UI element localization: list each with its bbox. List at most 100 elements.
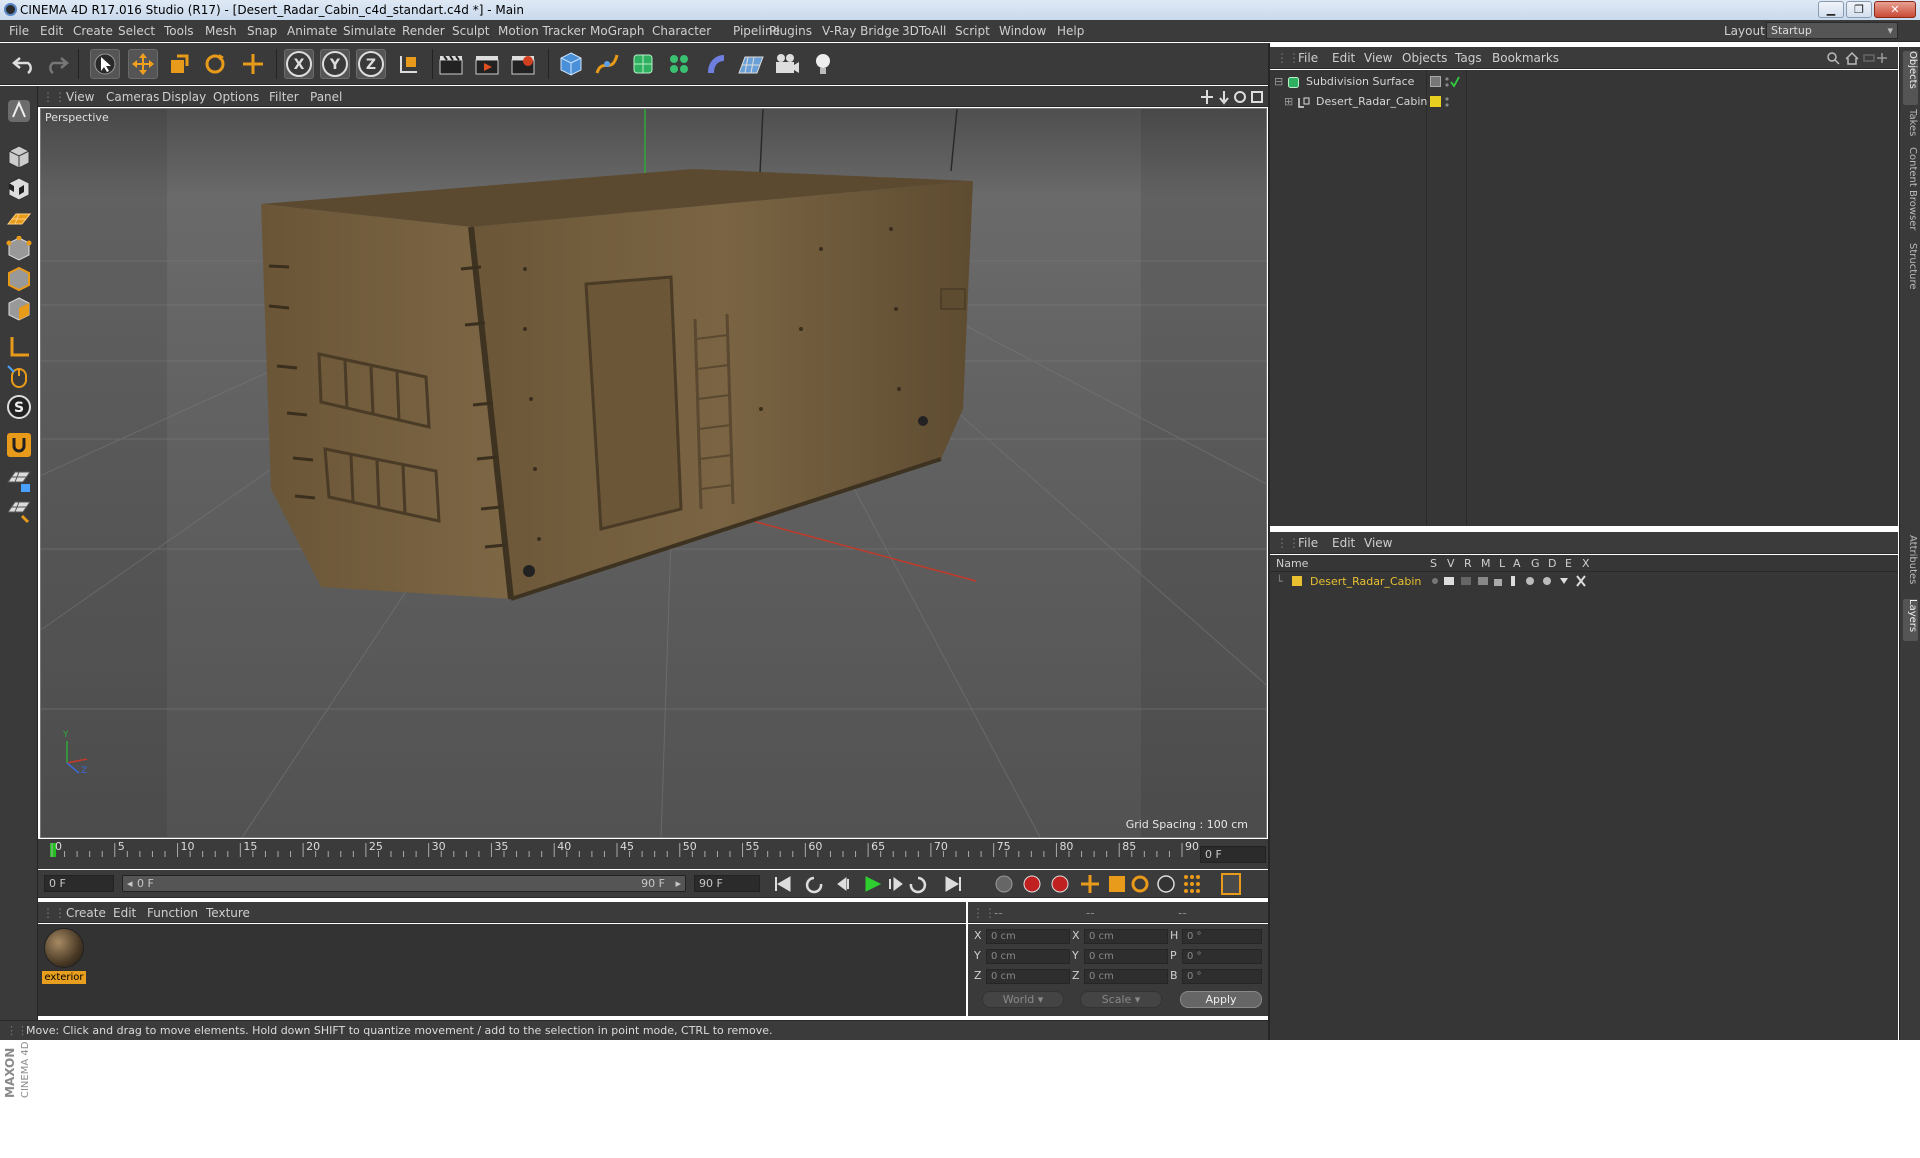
layer-toggle-icons[interactable] <box>1430 575 1590 588</box>
start-frame-field[interactable]: 0 F <box>44 875 114 892</box>
tab-objects[interactable]: Objects <box>1903 51 1918 105</box>
coord-size-y-field[interactable]: 0 cm <box>1084 949 1168 964</box>
object-layer-flags[interactable] <box>1430 96 1454 108</box>
material-menu-edit[interactable]: Edit <box>113 906 136 920</box>
current-frame-field[interactable]: 0 F <box>1200 846 1266 863</box>
locked-workplane-button[interactable] <box>4 466 34 496</box>
menu-mograph[interactable]: MoGraph <box>590 24 645 38</box>
layer-menu-view[interactable]: View <box>1364 536 1392 550</box>
playback-controls[interactable] <box>766 871 1246 897</box>
render-settings-button[interactable] <box>508 49 538 79</box>
coord-rot-h-field[interactable]: 0 ° <box>1182 929 1262 944</box>
add-environment-button[interactable] <box>736 49 766 79</box>
tab-structure[interactable]: Structure <box>1903 243 1918 299</box>
coordinate-system-button[interactable] <box>394 49 424 79</box>
layer-row-desert-radar-cabin[interactable]: └ Desert_Radar_Cabin <box>1270 573 1898 590</box>
material-menu-function[interactable]: Function <box>147 906 198 920</box>
texture-mode-button[interactable] <box>4 174 34 204</box>
coord-rot-p-field[interactable]: 0 ° <box>1182 949 1262 964</box>
redo-button[interactable] <box>42 49 72 79</box>
tab-attributes[interactable]: Attributes <box>1903 535 1918 595</box>
menu-sculpt[interactable]: Sculpt <box>452 24 489 38</box>
object-menu-tags[interactable]: Tags <box>1455 51 1482 65</box>
material-swatch-exterior[interactable]: exterior <box>42 928 86 988</box>
object-menu-view[interactable]: View <box>1364 51 1392 65</box>
add-camera-button[interactable] <box>772 49 802 79</box>
live-selection-button[interactable] <box>90 49 120 79</box>
lock-x-axis-button[interactable]: X <box>284 49 314 79</box>
add-spline-button[interactable] <box>592 49 622 79</box>
magnet-button[interactable] <box>4 430 34 460</box>
3d-viewport[interactable]: Y Z Perspective Grid Spacing : 100 cm <box>40 108 1267 838</box>
object-menu-objects[interactable]: Objects <box>1402 51 1447 65</box>
recent-tools-button[interactable] <box>238 49 268 79</box>
polygons-mode-button[interactable] <box>4 294 34 324</box>
menu-window[interactable]: Window <box>999 24 1046 38</box>
menu-select[interactable]: Select <box>118 24 155 38</box>
material-menu-create[interactable]: Create <box>66 906 106 920</box>
viewport-menu-display[interactable]: Display <box>162 90 206 104</box>
layer-menu-edit[interactable]: Edit <box>1332 536 1355 550</box>
menu-tools[interactable]: Tools <box>164 24 194 38</box>
add-light-button[interactable] <box>808 49 838 79</box>
material-menu-texture[interactable]: Texture <box>206 906 250 920</box>
coordinate-space-select[interactable]: World ▾ <box>982 991 1064 1008</box>
menu-simulate[interactable]: Simulate <box>343 24 396 38</box>
object-row-desert-radar-cabin[interactable]: ⊞ Desert_Radar_Cabin <box>1270 92 1898 112</box>
menu-file[interactable]: File <box>9 24 29 38</box>
apply-button[interactable]: Apply <box>1180 991 1262 1008</box>
minimize-button[interactable]: ▁ <box>1818 1 1844 18</box>
viewport-menu-options[interactable]: Options <box>213 90 259 104</box>
rotate-tool-button[interactable] <box>200 49 230 79</box>
frame-range-slider[interactable]: ◂ 0 F 90 F ▸ <box>122 875 686 892</box>
add-nurbs-button[interactable] <box>628 49 658 79</box>
object-manager-tools[interactable] <box>1826 51 1896 65</box>
layer-color-swatch[interactable] <box>1292 576 1302 586</box>
move-tool-button[interactable] <box>128 49 158 79</box>
menu-mesh[interactable]: Mesh <box>205 24 237 38</box>
make-editable-button[interactable] <box>4 96 34 126</box>
menu-character[interactable]: Character <box>652 24 711 38</box>
layer-menu-file[interactable]: File <box>1298 536 1318 550</box>
points-mode-button[interactable] <box>4 234 34 264</box>
add-deformer-button[interactable] <box>700 49 730 79</box>
tweak-mode-button[interactable] <box>4 362 34 392</box>
tab-layers[interactable]: Layers <box>1903 599 1918 641</box>
coord-size-x-field[interactable]: 0 cm <box>1084 929 1168 944</box>
menu-help[interactable]: Help <box>1057 24 1084 38</box>
expand-toggle[interactable]: ⊞ <box>1284 92 1293 112</box>
lock-z-axis-button[interactable]: Z <box>356 49 386 79</box>
menu-edit[interactable]: Edit <box>40 24 63 38</box>
coord-pos-z-field[interactable]: 0 cm <box>986 969 1070 984</box>
object-menu-bookmarks[interactable]: Bookmarks <box>1492 51 1559 65</box>
edges-mode-button[interactable] <box>4 264 34 294</box>
tab-takes[interactable]: Takes <box>1903 109 1918 143</box>
coord-pos-y-field[interactable]: 0 cm <box>986 949 1070 964</box>
menu-plugins[interactable]: Plugins <box>769 24 812 38</box>
menu-script[interactable]: Script <box>955 24 990 38</box>
viewport-menu-cameras[interactable]: Cameras <box>106 90 159 104</box>
layout-select[interactable]: Startup <box>1766 22 1898 39</box>
coord-pos-x-field[interactable]: 0 cm <box>986 929 1070 944</box>
menu-create[interactable]: Create <box>73 24 113 38</box>
lock-y-axis-button[interactable]: Y <box>320 49 350 79</box>
timeline-ruler[interactable]: 0 5 10 15 20 25 30 35 40 45 50 55 60 65 70 75 80 85 90 0 F <box>38 839 1268 869</box>
viewport-menu-panel[interactable]: Panel <box>310 90 342 104</box>
object-flags[interactable] <box>1430 76 1460 88</box>
coord-rot-b-field[interactable]: 0 ° <box>1182 969 1262 984</box>
maximize-button[interactable]: ❐ <box>1846 1 1872 18</box>
object-row-subdivision-surface[interactable]: ⊟ Subdivision Surface <box>1270 72 1898 92</box>
collapse-toggle[interactable]: ⊟ <box>1274 72 1283 92</box>
axis-mode-button[interactable] <box>4 332 34 362</box>
render-to-picture-viewer-button[interactable] <box>472 49 502 79</box>
tab-content-browser[interactable]: Content Browser <box>1903 147 1918 237</box>
menu-snap[interactable]: Snap <box>247 24 277 38</box>
workplane-mode-button[interactable] <box>4 204 34 234</box>
undo-button[interactable] <box>9 49 39 79</box>
scale-tool-button[interactable] <box>164 49 194 79</box>
menu-animate[interactable]: Animate <box>287 24 337 38</box>
object-menu-edit[interactable]: Edit <box>1332 51 1355 65</box>
object-menu-file[interactable]: File <box>1298 51 1318 65</box>
menu-3dtoall[interactable]: 3DToAll <box>902 24 946 38</box>
viewport-nav-icons[interactable] <box>1200 89 1266 105</box>
